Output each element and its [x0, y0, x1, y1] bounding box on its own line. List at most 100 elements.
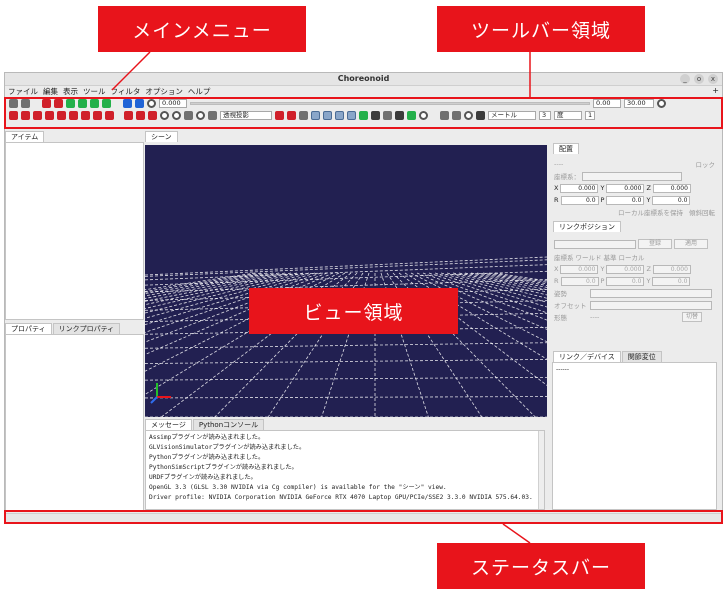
close-button[interactable]: x [708, 74, 718, 84]
rotation-icon-2[interactable] [172, 110, 181, 120]
menu-help[interactable]: ヘルプ [188, 86, 211, 97]
view-icon-2[interactable] [196, 110, 205, 120]
target-icon[interactable] [464, 110, 473, 120]
eye-icon[interactable] [371, 110, 380, 120]
tab-scene[interactable]: シーン [145, 131, 178, 142]
step-spinbox[interactable]: 1 [585, 110, 595, 120]
capture-icon[interactable] [395, 110, 404, 120]
local-radio[interactable]: ローカル [619, 252, 645, 262]
start-simulation-icon[interactable] [42, 98, 51, 108]
switch-button[interactable]: 切替 [682, 312, 703, 322]
collision-icon[interactable] [275, 110, 284, 120]
tab-link-device[interactable]: リンク／デバイス [553, 351, 621, 362]
menu-filter[interactable]: フィルタ [111, 86, 141, 97]
pitch-field[interactable]: 0.0 [606, 195, 645, 205]
body-icon-8[interactable] [105, 110, 114, 120]
property-panel[interactable] [5, 334, 144, 511]
cube-icon-2[interactable] [323, 110, 332, 120]
time-settings-icon[interactable] [657, 98, 666, 108]
pose-icon-1[interactable] [136, 110, 145, 120]
cube-icon-1[interactable] [311, 110, 320, 120]
link-z-field[interactable]: 0.000 [652, 264, 691, 274]
maximize-button[interactable]: o [694, 74, 704, 84]
display-rot-checkbox[interactable]: 傾斜回転 [689, 207, 715, 217]
time-end-spinbox[interactable]: 30.00 [624, 98, 654, 108]
link-roll-field[interactable]: 0.0 [560, 276, 599, 286]
pause-icon[interactable] [90, 98, 99, 108]
tab-messages[interactable]: メッセージ [145, 419, 192, 430]
menu-edit[interactable]: 編集 [43, 86, 58, 97]
seek-start-icon[interactable] [123, 98, 132, 108]
body-icon-3[interactable] [45, 110, 54, 120]
grid-icon[interactable] [299, 110, 308, 120]
y-field[interactable]: 0.000 [606, 183, 645, 193]
minimize-button[interactable]: _ [680, 74, 690, 84]
tab-joint-displacement[interactable]: 関節変位 [621, 351, 662, 362]
tab-link-properties[interactable]: リンクプロパティ [52, 323, 121, 334]
tab-link-position[interactable]: リンクポジション [553, 221, 621, 232]
time-spinbox[interactable]: 0.000 [159, 98, 187, 108]
coord-select[interactable] [582, 171, 682, 181]
body-icon-4[interactable] [57, 110, 66, 120]
toggle-icon[interactable] [383, 110, 392, 120]
menu-view[interactable]: 表示 [63, 86, 78, 97]
config-select[interactable] [590, 288, 712, 298]
graph-icon-1[interactable] [440, 110, 449, 120]
body-icon-6[interactable] [81, 110, 90, 120]
body-icon-2[interactable] [33, 110, 42, 120]
scene-view[interactable] [145, 145, 547, 417]
time-start-spinbox[interactable]: 0.00 [593, 98, 621, 108]
item-tree-panel[interactable] [5, 142, 144, 320]
body-icon-1[interactable] [21, 110, 30, 120]
tab-python-console[interactable]: Pythonコンソール [192, 419, 265, 430]
cube-icon-5[interactable] [359, 110, 368, 120]
base-radio[interactable]: 基準 [604, 252, 617, 262]
register-button[interactable]: 登録 [638, 239, 672, 249]
save-icon[interactable] [9, 98, 18, 108]
settings-icon[interactable] [419, 110, 428, 120]
message-scrollbar[interactable] [538, 431, 544, 509]
menu-options[interactable]: オプション [145, 86, 183, 97]
flip-icon[interactable] [287, 110, 296, 120]
world-radio[interactable]: ワールド [576, 252, 602, 262]
x-field[interactable]: 0.000 [560, 183, 599, 193]
angle-unit-select[interactable]: 度 [554, 110, 582, 120]
cube-icon-4[interactable] [347, 110, 356, 120]
body-icon-5[interactable] [69, 110, 78, 120]
decimals-spinbox[interactable]: 3 [539, 110, 551, 120]
rotation-icon-1[interactable] [160, 110, 169, 120]
link-device-panel[interactable]: ------ [552, 362, 717, 510]
keep-local-checkbox[interactable]: ローカル座標系を保持 [618, 207, 683, 217]
projection-select[interactable]: 透視投影 [220, 110, 272, 120]
light-icon[interactable] [407, 110, 416, 120]
body-icon-7[interactable] [93, 110, 102, 120]
add-toolbar-icon[interactable]: + [712, 86, 719, 95]
tab-properties[interactable]: プロパティ [5, 323, 52, 334]
open-icon[interactable] [21, 98, 30, 108]
link-select[interactable] [554, 239, 636, 249]
cube-icon-3[interactable] [335, 110, 344, 120]
link-y-field[interactable]: 0.000 [606, 264, 645, 274]
menu-file[interactable]: ファイル [8, 86, 38, 97]
play-icon[interactable] [135, 98, 144, 108]
origin-icon[interactable] [9, 110, 18, 120]
ik-icon[interactable] [124, 110, 133, 120]
view-icon-1[interactable] [184, 110, 193, 120]
tab-items[interactable]: アイテム [5, 131, 45, 142]
time-slider[interactable] [190, 101, 590, 105]
z-field[interactable]: 0.000 [652, 183, 691, 193]
view-icon-3[interactable] [208, 110, 217, 120]
pose-icon-2[interactable] [148, 110, 157, 120]
tab-placement[interactable]: 配置 [553, 143, 579, 154]
refresh-icon[interactable] [147, 98, 156, 108]
restart-simulation-icon[interactable] [54, 98, 63, 108]
roll-field[interactable]: 0.0 [560, 195, 599, 205]
link-x-field[interactable]: 0.000 [560, 264, 599, 274]
camera-icon[interactable] [476, 110, 485, 120]
play-from-start-icon[interactable] [66, 98, 75, 108]
menu-tools[interactable]: ツール [83, 86, 106, 97]
apply-button[interactable]: 適用 [674, 239, 708, 249]
step-forward-icon[interactable] [78, 98, 87, 108]
unit-select[interactable]: メートル [488, 110, 536, 120]
stop-icon[interactable] [102, 98, 111, 108]
